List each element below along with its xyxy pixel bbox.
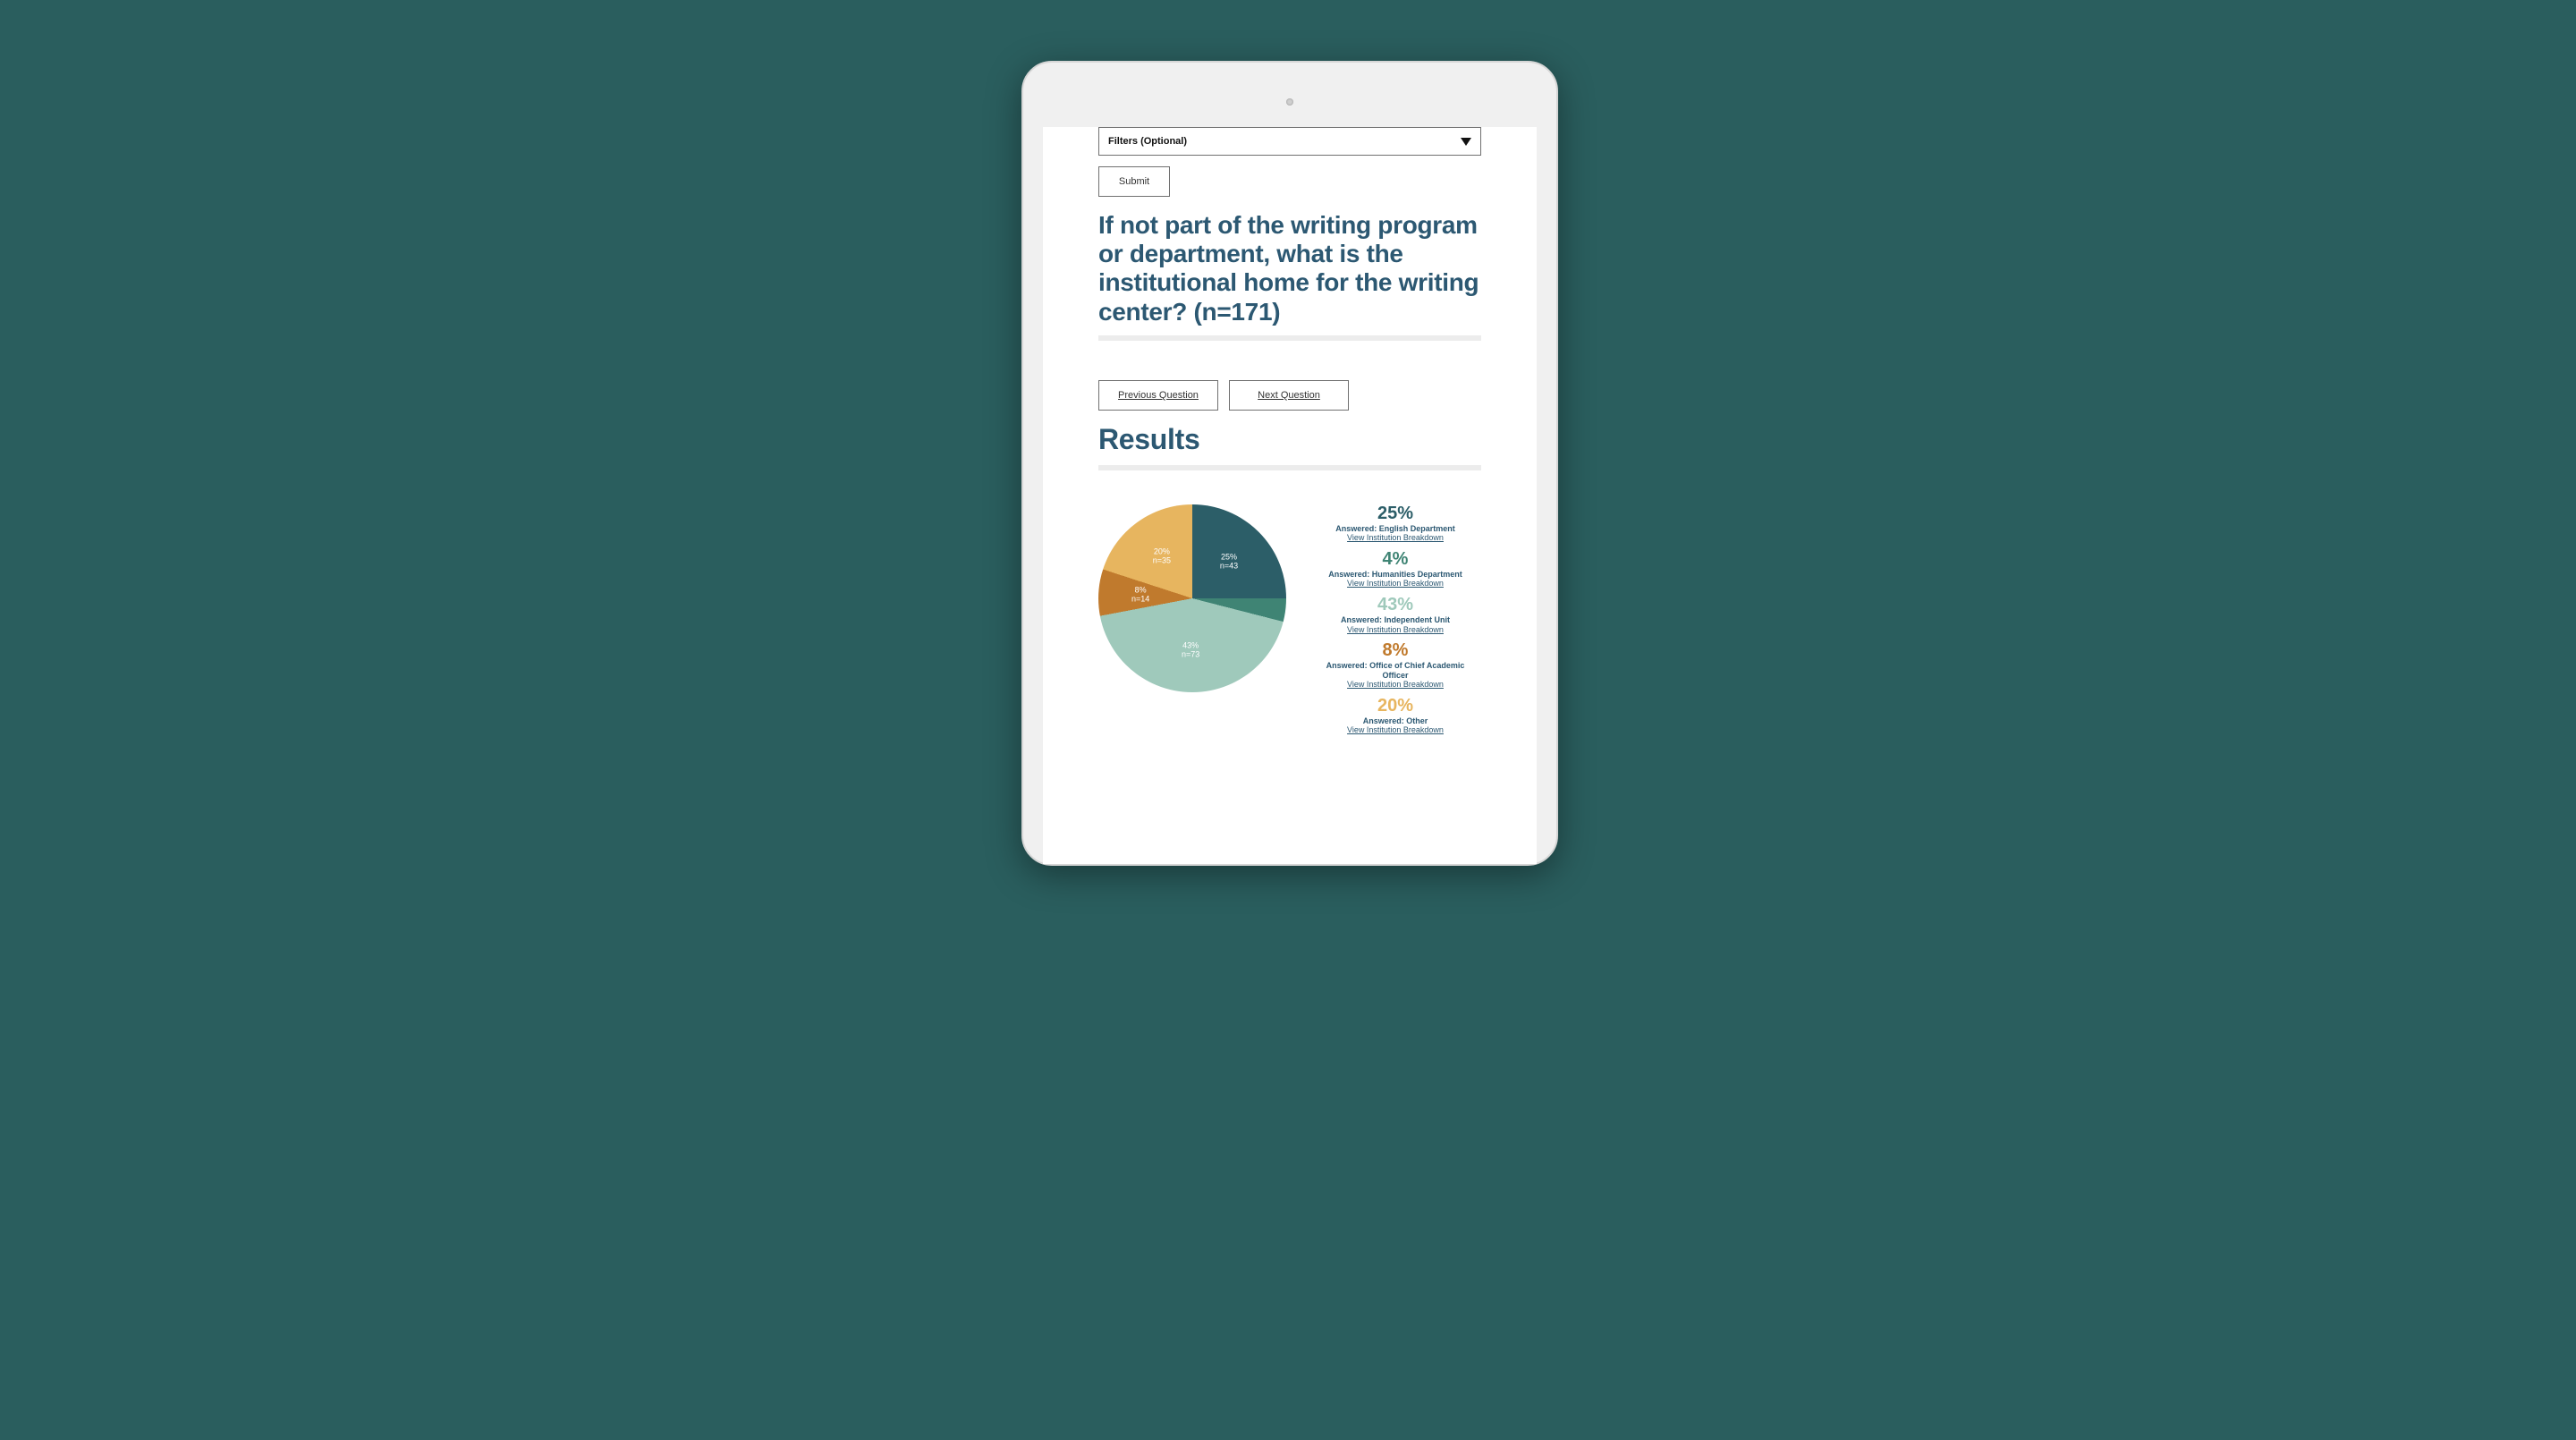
legend-item: 8% Answered: Office of Chief Academic Off… bbox=[1319, 641, 1471, 690]
legend-item: 25% Answered: English DepartmentView Inst… bbox=[1319, 504, 1471, 543]
legend-answer-label: Answered: English Department bbox=[1319, 524, 1471, 533]
legend-percentage: 43% bbox=[1319, 596, 1471, 614]
tablet-screen: Filters (Optional) Submit If not part of… bbox=[1043, 127, 1537, 864]
question-nav: Previous Question Next Question bbox=[1098, 380, 1481, 411]
question-title: If not part of the writing program or de… bbox=[1098, 211, 1481, 326]
tablet-camera bbox=[1286, 98, 1293, 106]
next-question-button[interactable]: Next Question bbox=[1229, 380, 1349, 411]
view-breakdown-link[interactable]: View Institution Breakdown bbox=[1319, 681, 1471, 690]
results-divider bbox=[1098, 465, 1481, 470]
legend-item: 20%Answered: OtherView Institution Break… bbox=[1319, 697, 1471, 735]
results-area: 25%n=4343%n=738%n=1420%n=35 25% Answered:… bbox=[1098, 504, 1481, 736]
legend-percentage: 4% bbox=[1319, 550, 1471, 568]
legend-percentage: 25% bbox=[1319, 504, 1471, 522]
legend-answer-label: Answered: Independent Unit bbox=[1319, 615, 1471, 624]
legend-answer-label: Answered: Other bbox=[1319, 716, 1471, 725]
view-breakdown-link[interactable]: View Institution Breakdown bbox=[1319, 626, 1471, 635]
legend-item: 43%Answered: Independent Unit View Instit… bbox=[1319, 596, 1471, 634]
page-content: Filters (Optional) Submit If not part of… bbox=[1043, 127, 1537, 735]
title-divider bbox=[1098, 335, 1481, 341]
chevron-down-icon bbox=[1461, 138, 1471, 146]
legend-percentage: 8% bbox=[1319, 641, 1471, 659]
pie-legend: 25%Answered: English DepartmentView Inst… bbox=[1309, 504, 1481, 736]
previous-question-button[interactable]: Previous Question bbox=[1098, 380, 1218, 411]
legend-item: 4% Answered: Humanities DepartmentView In… bbox=[1319, 550, 1471, 589]
results-heading: Results bbox=[1098, 423, 1481, 456]
view-breakdown-link[interactable]: View Institution Breakdown bbox=[1319, 580, 1471, 589]
legend-percentage: 20% bbox=[1319, 697, 1471, 715]
submit-button[interactable]: Submit bbox=[1098, 166, 1170, 197]
filters-dropdown[interactable]: Filters (Optional) bbox=[1098, 127, 1481, 156]
legend-answer-label: Answered: Humanities Department bbox=[1319, 570, 1471, 579]
view-breakdown-link[interactable]: View Institution Breakdown bbox=[1319, 726, 1471, 735]
tablet-frame: Filters (Optional) Submit If not part of… bbox=[1021, 61, 1558, 866]
stage: Filters (Optional) Submit If not part of… bbox=[635, 0, 1941, 730]
pie-chart: 25%n=4343%n=738%n=1420%n=35 bbox=[1098, 504, 1286, 692]
legend-answer-label: Answered: Office of Chief Academic Offic… bbox=[1319, 661, 1471, 680]
filters-label: Filters (Optional) bbox=[1108, 136, 1187, 147]
view-breakdown-link[interactable]: View Institution Breakdown bbox=[1319, 534, 1471, 543]
